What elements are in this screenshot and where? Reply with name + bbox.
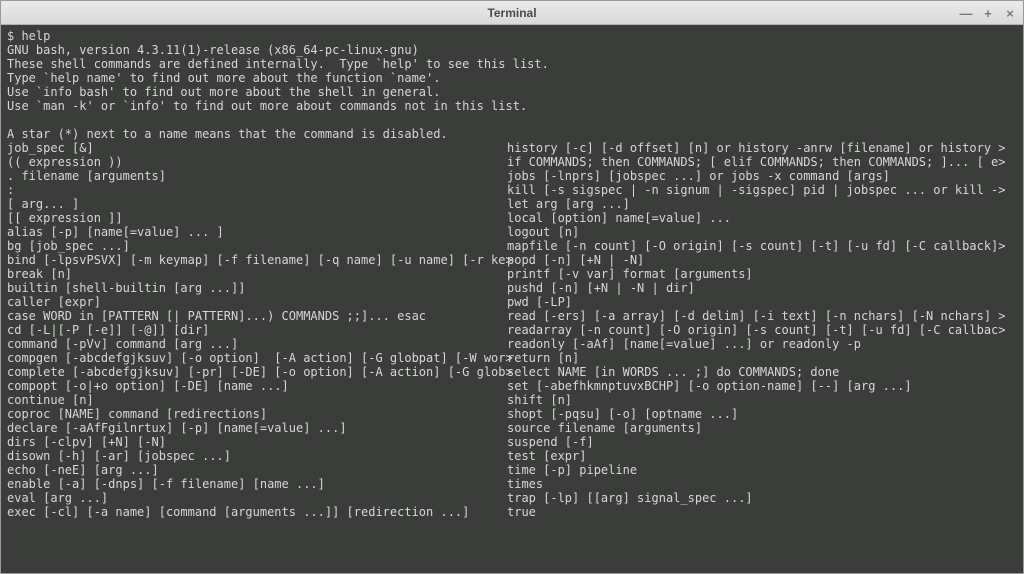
command-typed: help	[21, 29, 50, 43]
close-button[interactable]: ×	[1003, 6, 1017, 21]
help-col-left: job_spec [&] (( expression )) . filename…	[7, 141, 507, 519]
titlebar[interactable]: Terminal — + ×	[1, 1, 1023, 25]
terminal-body[interactable]: $ help GNU bash, version 4.3.11(1)-relea…	[1, 25, 1023, 573]
terminal-window: Terminal — + × $ help GNU bash, version …	[0, 0, 1024, 574]
help-col-right: history [-c] [-d offset] [n] or history …	[507, 141, 1017, 519]
maximize-button[interactable]: +	[981, 6, 995, 21]
window-controls: — + ×	[959, 1, 1017, 25]
window-title: Terminal	[487, 6, 536, 20]
help-header: GNU bash, version 4.3.11(1)-release (x86…	[7, 43, 549, 141]
minimize-button[interactable]: —	[959, 6, 973, 21]
help-columns: job_spec [&] (( expression )) . filename…	[7, 141, 1017, 519]
prompt: $	[7, 29, 21, 43]
